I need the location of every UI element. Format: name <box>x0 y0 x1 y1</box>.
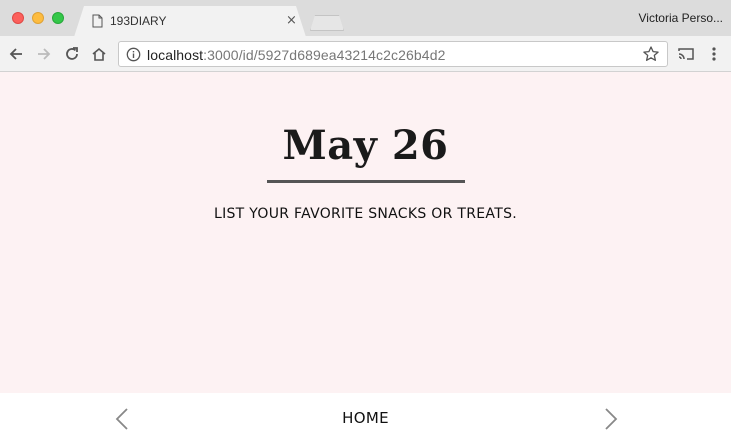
tab-title: 193DIARY <box>110 14 167 28</box>
menu-button[interactable] <box>704 44 724 64</box>
zoom-window-button[interactable] <box>52 12 64 24</box>
entry-date: May 26 <box>282 122 449 169</box>
reload-button[interactable] <box>62 44 82 64</box>
close-window-button[interactable] <box>12 12 24 24</box>
forward-arrow-icon <box>38 48 51 60</box>
browser-toolbar: localhost:3000/id/5927d689ea43214c2c26b4… <box>0 36 731 72</box>
tab-strip: 193DIARY × Victoria Perso... <box>0 0 731 37</box>
url-path: :3000/id/5927d689ea43214c2c26b4d2 <box>203 47 446 63</box>
browser-tab[interactable]: 193DIARY × <box>74 6 306 37</box>
star-icon[interactable] <box>642 45 660 63</box>
diary-page: May 26 LIST YOUR FAVORITE SNACKS OR TREA… <box>0 72 731 393</box>
new-tab-button[interactable] <box>310 15 344 31</box>
home-link[interactable]: HOME <box>342 409 389 427</box>
home-button[interactable] <box>89 44 109 64</box>
address-bar[interactable]: localhost:3000/id/5927d689ea43214c2c26b4… <box>118 41 668 67</box>
cast-button[interactable] <box>676 44 696 64</box>
cast-icon <box>678 48 694 60</box>
home-icon <box>92 47 106 61</box>
chevron-right-icon[interactable] <box>604 407 618 431</box>
url-host: localhost <box>147 47 204 63</box>
back-arrow-icon <box>9 48 22 60</box>
url-text[interactable]: localhost:3000/id/5927d689ea43214c2c26b4… <box>147 47 445 63</box>
profile-name[interactable]: Victoria Perso... <box>639 11 723 25</box>
page-icon <box>92 14 103 28</box>
close-icon[interactable]: × <box>286 13 297 28</box>
chevron-left-icon[interactable] <box>115 407 129 431</box>
home-nav: HOME <box>0 409 731 427</box>
reload-icon <box>66 47 78 60</box>
menu-dots-icon <box>712 47 716 61</box>
title-divider <box>267 180 465 183</box>
forward-button[interactable] <box>34 44 54 64</box>
back-button[interactable] <box>6 44 26 64</box>
minimize-window-button[interactable] <box>32 12 44 24</box>
info-icon[interactable] <box>126 47 141 62</box>
bottom-nav: HOME <box>0 393 731 443</box>
entry-prompt: LIST YOUR FAVORITE SNACKS OR TREATS. <box>213 206 518 222</box>
